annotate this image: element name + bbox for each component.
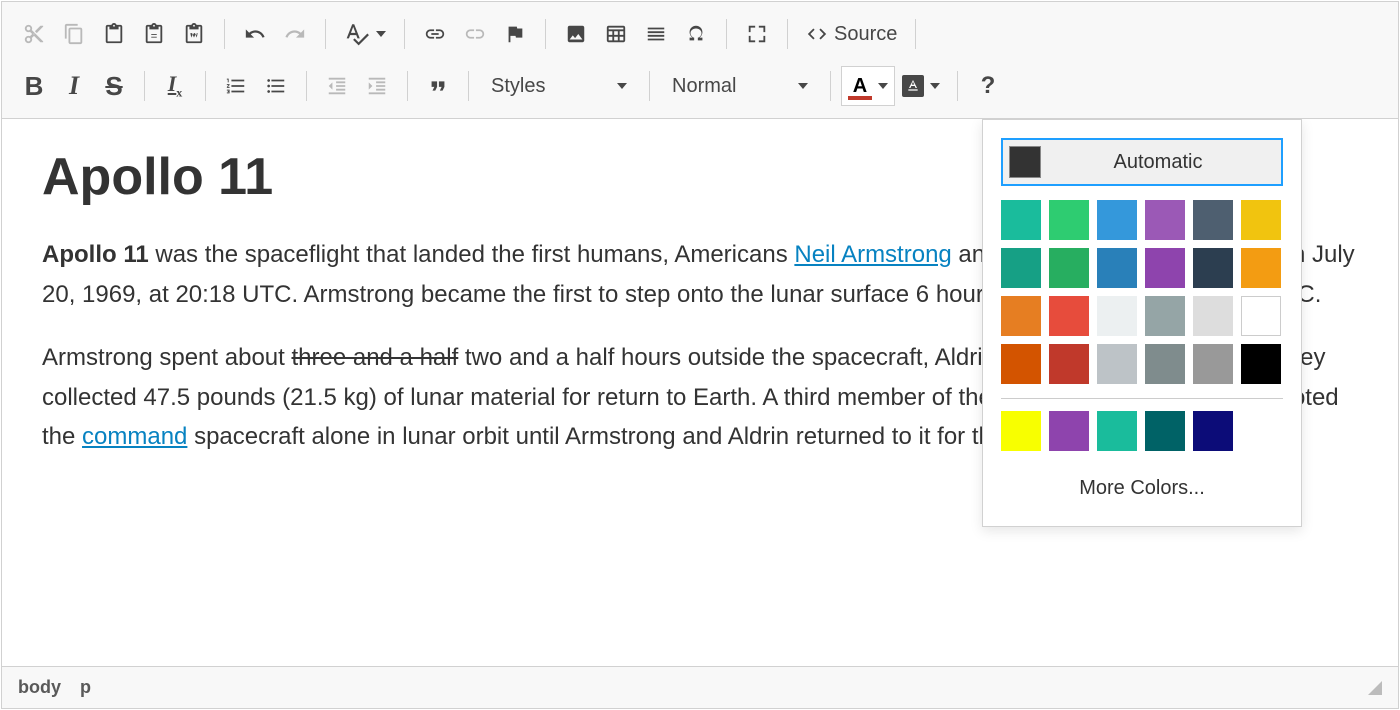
numbered-list-button[interactable] bbox=[216, 66, 256, 106]
paste-word-button[interactable] bbox=[174, 14, 214, 54]
image-button[interactable] bbox=[556, 14, 596, 54]
blockquote-button[interactable] bbox=[418, 66, 458, 106]
color-swatch[interactable] bbox=[1001, 200, 1041, 240]
maximize-button[interactable] bbox=[737, 14, 777, 54]
color-swatch[interactable] bbox=[1145, 296, 1185, 336]
color-swatch[interactable] bbox=[1241, 344, 1281, 384]
paste-text-button[interactable] bbox=[134, 14, 174, 54]
color-swatch[interactable] bbox=[1193, 296, 1233, 336]
color-swatch[interactable] bbox=[1145, 344, 1185, 384]
more-colors-button[interactable]: More Colors... bbox=[1001, 469, 1283, 508]
p1-strong: Apollo 11 bbox=[42, 241, 149, 268]
anchor-button[interactable] bbox=[495, 14, 535, 54]
indent-button[interactable] bbox=[357, 66, 397, 106]
bullet-list-button[interactable] bbox=[256, 66, 296, 106]
styles-combo[interactable]: Styles bbox=[479, 66, 639, 106]
format-combo[interactable]: Normal bbox=[660, 66, 820, 106]
color-swatch[interactable] bbox=[1193, 200, 1233, 240]
horizontal-rule-button[interactable] bbox=[636, 14, 676, 54]
color-swatch[interactable] bbox=[1049, 344, 1089, 384]
special-char-button[interactable] bbox=[676, 14, 716, 54]
about-button[interactable]: ? bbox=[968, 66, 1008, 106]
paste-button[interactable] bbox=[94, 14, 134, 54]
caret-down-icon bbox=[617, 83, 627, 89]
table-button[interactable] bbox=[596, 14, 636, 54]
link-button[interactable] bbox=[415, 14, 455, 54]
bg-color-button[interactable] bbox=[895, 66, 947, 106]
automatic-color-button[interactable]: Automatic bbox=[1001, 138, 1283, 186]
automatic-swatch bbox=[1009, 146, 1041, 178]
unlink-button[interactable] bbox=[455, 14, 495, 54]
color-swatch[interactable] bbox=[1001, 344, 1041, 384]
content-area[interactable]: Apollo 11 Apollo 11 was the spaceflight … bbox=[2, 119, 1398, 666]
cut-button[interactable] bbox=[14, 14, 54, 54]
elements-path: body p bbox=[18, 677, 105, 698]
spellcheck-button[interactable] bbox=[336, 14, 394, 54]
color-swatch[interactable] bbox=[1193, 248, 1233, 288]
color-swatch[interactable] bbox=[1097, 296, 1137, 336]
caret-down-icon bbox=[878, 83, 888, 89]
color-swatch[interactable] bbox=[1097, 200, 1137, 240]
p2-strike: three and a half bbox=[291, 344, 458, 371]
path-body[interactable]: body bbox=[18, 677, 61, 697]
toolbar: Source B I S Ix bbox=[2, 2, 1398, 119]
caret-down-icon bbox=[798, 83, 808, 89]
recent-color-swatch[interactable] bbox=[1145, 411, 1185, 451]
color-swatch[interactable] bbox=[1241, 296, 1281, 336]
color-swatch[interactable] bbox=[1145, 248, 1185, 288]
recent-color-swatch[interactable] bbox=[1001, 411, 1041, 451]
copy-button[interactable] bbox=[54, 14, 94, 54]
text-color-button[interactable]: A bbox=[841, 66, 895, 106]
color-swatch[interactable] bbox=[1097, 248, 1137, 288]
format-label: Normal bbox=[672, 75, 736, 98]
panel-separator bbox=[1001, 398, 1283, 399]
undo-button[interactable] bbox=[235, 14, 275, 54]
color-swatch[interactable] bbox=[1049, 296, 1089, 336]
styles-label: Styles bbox=[491, 75, 545, 98]
color-swatch[interactable] bbox=[1097, 344, 1137, 384]
strike-button[interactable]: S bbox=[94, 66, 134, 106]
source-label: Source bbox=[834, 23, 897, 46]
link-command[interactable]: command bbox=[82, 423, 187, 450]
color-swatch[interactable] bbox=[1049, 200, 1089, 240]
color-picker-panel: Automatic More Colors... bbox=[982, 119, 1302, 527]
resize-grip[interactable] bbox=[1368, 681, 1382, 695]
link-neil-armstrong[interactable]: Neil Armstrong bbox=[794, 241, 951, 268]
outdent-button[interactable] bbox=[317, 66, 357, 106]
italic-button[interactable]: I bbox=[54, 66, 94, 106]
bold-button[interactable]: B bbox=[14, 66, 54, 106]
color-swatch[interactable] bbox=[1049, 248, 1089, 288]
source-button[interactable]: Source bbox=[798, 14, 905, 54]
color-swatch[interactable] bbox=[1193, 344, 1233, 384]
remove-format-button[interactable]: Ix bbox=[155, 66, 195, 106]
recent-color-swatch[interactable] bbox=[1049, 411, 1089, 451]
color-swatch[interactable] bbox=[1145, 200, 1185, 240]
redo-button[interactable] bbox=[275, 14, 315, 54]
toolbar-row-2: B I S Ix Styles bbox=[10, 60, 1390, 112]
caret-down-icon bbox=[930, 83, 940, 89]
path-p[interactable]: p bbox=[80, 677, 91, 697]
status-bar: body p bbox=[2, 666, 1398, 708]
editor: Source B I S Ix bbox=[1, 1, 1399, 709]
color-swatch[interactable] bbox=[1241, 200, 1281, 240]
automatic-label: Automatic bbox=[1041, 151, 1275, 174]
color-swatch[interactable] bbox=[1001, 296, 1041, 336]
recent-color-swatch[interactable] bbox=[1193, 411, 1233, 451]
recent-color-swatch[interactable] bbox=[1097, 411, 1137, 451]
color-swatch[interactable] bbox=[1001, 248, 1041, 288]
color-swatch[interactable] bbox=[1241, 248, 1281, 288]
recent-colors-row bbox=[1001, 411, 1283, 451]
toolbar-row-1: Source bbox=[10, 8, 1390, 60]
color-grid bbox=[1001, 200, 1283, 384]
